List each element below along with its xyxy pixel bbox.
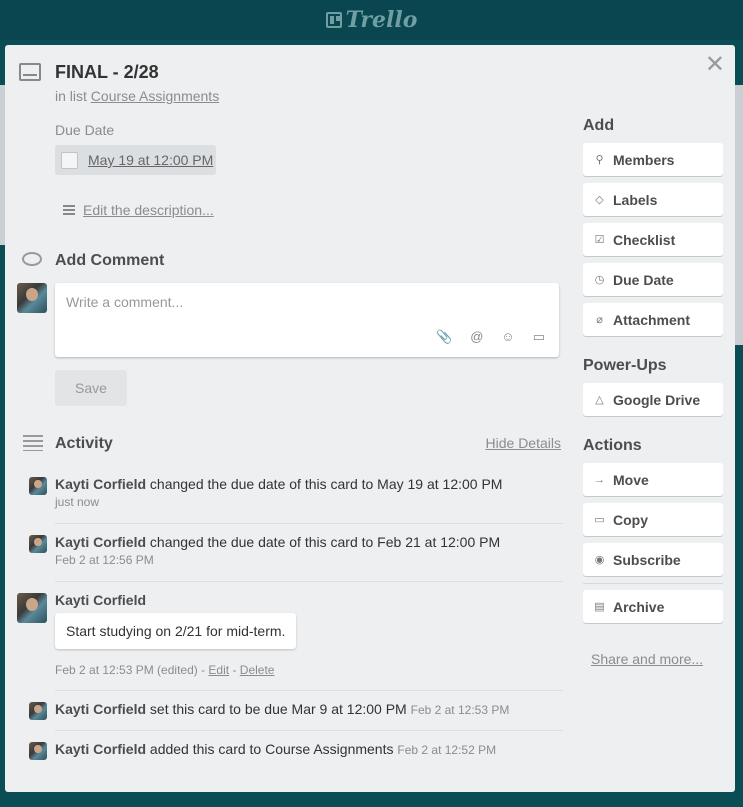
avatar[interactable] bbox=[29, 742, 47, 760]
due-date-badge[interactable]: May 19 at 12:00 PM bbox=[55, 145, 216, 175]
archive-button[interactable]: ▤ Archive bbox=[583, 590, 723, 623]
comment-time[interactable]: Feb 2 at 12:53 PM (edited) bbox=[55, 663, 198, 677]
divider bbox=[583, 583, 723, 584]
archive-label: Archive bbox=[613, 598, 665, 615]
avatar[interactable] bbox=[17, 283, 47, 313]
activity-user[interactable]: Kayti Corfield bbox=[55, 534, 146, 550]
activity-user[interactable]: Kayti Corfield bbox=[55, 701, 146, 717]
activity-text: added this card to Course Assignments bbox=[149, 741, 394, 757]
save-button[interactable]: Save bbox=[55, 370, 127, 406]
activity-title: Activity bbox=[55, 435, 113, 452]
avatar[interactable] bbox=[29, 535, 47, 553]
due-complete-checkbox[interactable] bbox=[61, 151, 78, 169]
labels-button[interactable]: ◇ Labels bbox=[583, 183, 723, 216]
divider bbox=[55, 523, 563, 524]
google-drive-label: Google Drive bbox=[613, 391, 701, 408]
attachment-icon[interactable]: 📎 bbox=[436, 329, 452, 345]
due-date-button[interactable]: ◷ Due Date bbox=[583, 263, 723, 296]
due-date-value[interactable]: May 19 at 12:00 PM bbox=[88, 152, 213, 168]
close-icon[interactable]: ✕ bbox=[705, 53, 725, 77]
comment-text: Start studying on 2/21 for mid-term. bbox=[55, 613, 297, 649]
attachment-label: Attachment bbox=[613, 311, 691, 328]
hide-details-link[interactable]: Hide Details bbox=[486, 435, 561, 451]
members-label: Members bbox=[613, 151, 675, 168]
card-title[interactable]: FINAL - 2/28 bbox=[55, 62, 159, 83]
list-info: in list Course Assignments bbox=[55, 88, 219, 104]
powerups-section-title: Power-Ups bbox=[583, 357, 667, 374]
avatar[interactable] bbox=[29, 702, 47, 720]
card-detail-modal: ✕ FINAL - 2/28 in list Course Assignment… bbox=[5, 45, 735, 792]
person-icon: ⚲ bbox=[595, 154, 604, 166]
due-date-label-btn: Due Date bbox=[613, 271, 674, 288]
activity-user[interactable]: Kayti Corfield bbox=[55, 741, 146, 757]
paperclip-icon: ⌀ bbox=[596, 314, 603, 326]
comment-icon bbox=[22, 252, 42, 266]
card-icon bbox=[19, 63, 41, 81]
google-drive-icon: △ bbox=[595, 394, 604, 406]
checklist-label: Checklist bbox=[613, 231, 676, 248]
copy-label: Copy bbox=[613, 511, 648, 528]
activity-time[interactable]: Feb 2 at 12:53 PM bbox=[411, 703, 510, 717]
eye-icon: ◉ bbox=[594, 554, 605, 566]
share-and-more-link[interactable]: Share and more... bbox=[591, 651, 703, 667]
activity-item: Kayti Corfield added this card to Course… bbox=[29, 740, 564, 760]
add-comment-title: Add Comment bbox=[55, 252, 165, 269]
actions-section-title: Actions bbox=[583, 437, 642, 454]
trello-board-icon bbox=[325, 12, 342, 28]
copy-button[interactable]: ▭ Copy bbox=[583, 503, 723, 536]
comment-placeholder: Write a comment... bbox=[66, 294, 184, 310]
background-list-right bbox=[735, 85, 743, 345]
logo-text: Trello bbox=[345, 7, 418, 33]
google-drive-button[interactable]: △ Google Drive bbox=[583, 383, 723, 416]
divider bbox=[55, 690, 563, 691]
description-icon bbox=[63, 205, 75, 215]
activity-user[interactable]: Kayti Corfield bbox=[55, 592, 146, 608]
mention-icon[interactable]: @ bbox=[470, 329, 483, 345]
list-link[interactable]: Course Assignments bbox=[91, 88, 219, 104]
add-section-title: Add bbox=[583, 117, 615, 134]
comment-input[interactable]: Write a comment... 📎 @ ☺ ▭ bbox=[55, 283, 559, 357]
edit-description-link[interactable]: Edit the description... bbox=[63, 202, 214, 218]
edit-description-label: Edit the description... bbox=[83, 202, 214, 218]
attachment-button[interactable]: ⌀ Attachment bbox=[583, 303, 723, 336]
clock-icon: ◷ bbox=[594, 274, 605, 286]
move-button[interactable]: → Move bbox=[583, 463, 723, 496]
edit-comment-link[interactable]: Edit bbox=[208, 663, 229, 677]
tag-icon: ◇ bbox=[595, 194, 604, 206]
avatar[interactable] bbox=[17, 593, 47, 623]
activity-icon bbox=[23, 435, 43, 451]
activity-item: Kayti Corfield set this card to be due M… bbox=[29, 700, 564, 720]
in-list-prefix: in list bbox=[55, 88, 87, 104]
checkbox-icon: ☑ bbox=[594, 234, 605, 246]
archive-icon: ▤ bbox=[594, 601, 605, 613]
due-date-label: Due Date bbox=[55, 122, 115, 138]
card-link-icon[interactable]: ▭ bbox=[533, 329, 545, 345]
activity-item: Kayti Corfield changed the due date of t… bbox=[29, 533, 564, 569]
activity-text: set this card to be due Mar 9 at 12:00 P… bbox=[149, 701, 407, 717]
activity-text: changed the due date of this card to Feb… bbox=[149, 534, 501, 550]
divider bbox=[55, 581, 563, 582]
top-bar: Trello bbox=[0, 0, 743, 40]
card-icon: ▭ bbox=[594, 514, 605, 526]
activity-time[interactable]: Feb 2 at 12:52 PM bbox=[397, 743, 496, 757]
checklist-button[interactable]: ☑ Checklist bbox=[583, 223, 723, 256]
delete-comment-link[interactable]: Delete bbox=[240, 663, 275, 677]
subscribe-label: Subscribe bbox=[613, 551, 681, 568]
activity-item: Kayti Corfield changed the due date of t… bbox=[29, 475, 564, 511]
activity-user[interactable]: Kayti Corfield bbox=[55, 476, 146, 492]
subscribe-button[interactable]: ◉ Subscribe bbox=[583, 543, 723, 576]
activity-time[interactable]: just now bbox=[55, 493, 564, 511]
arrow-right-icon: → bbox=[594, 473, 605, 486]
avatar[interactable] bbox=[29, 477, 47, 495]
emoji-icon[interactable]: ☺ bbox=[501, 329, 514, 345]
labels-label: Labels bbox=[613, 191, 658, 208]
activity-time[interactable]: Feb 2 at 12:56 PM bbox=[55, 551, 564, 569]
trello-logo[interactable]: Trello bbox=[325, 7, 418, 33]
divider bbox=[55, 730, 563, 731]
activity-comment: Kayti Corfield Start studying on 2/21 fo… bbox=[17, 591, 552, 679]
members-button[interactable]: ⚲ Members bbox=[583, 143, 723, 176]
comment-meta: Feb 2 at 12:53 PM (edited) - Edit - Dele… bbox=[55, 663, 275, 677]
activity-text: changed the due date of this card to May… bbox=[149, 476, 503, 492]
move-label: Move bbox=[613, 471, 649, 488]
